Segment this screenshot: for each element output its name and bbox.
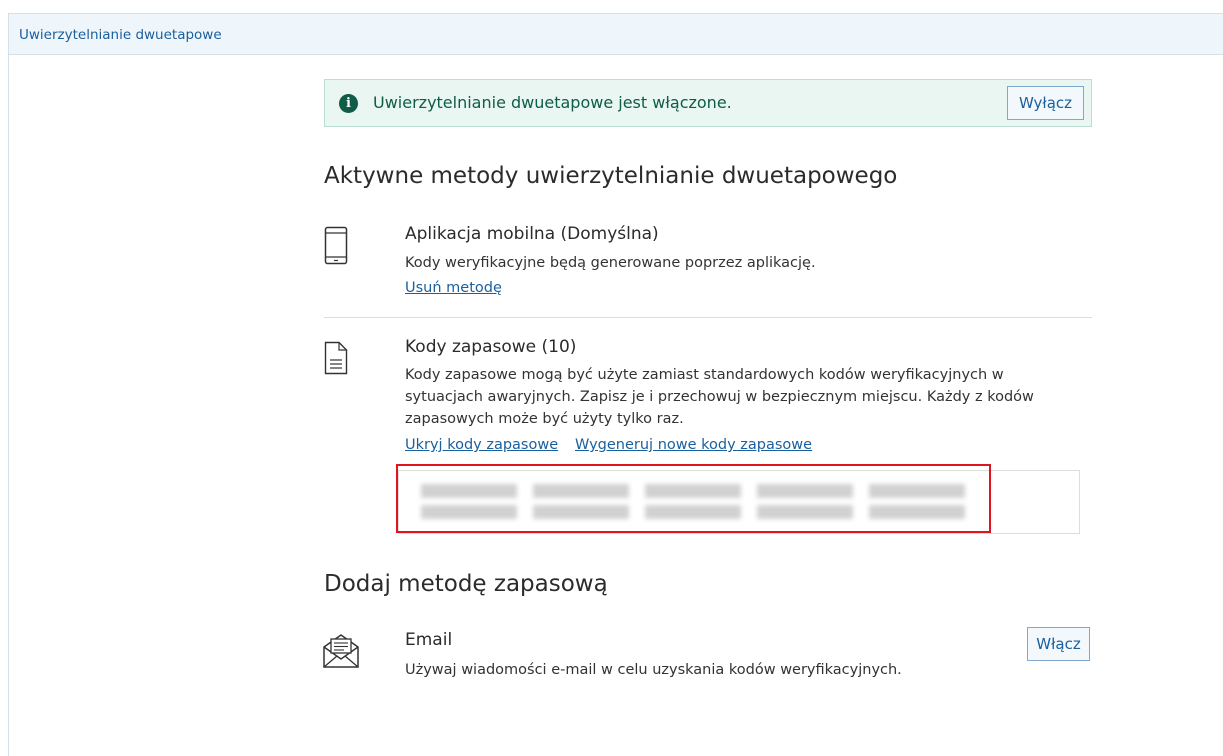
backup-codes-description-line: Kody zapasowe mogą być użyte zamiast sta… [405,367,1004,383]
mobile-phone-icon [324,226,348,270]
document-icon [324,341,348,379]
email-method-description: Używaj wiadomości e-mail w celu uzyskani… [405,662,902,678]
mobile-method-description: Kody weryfikacyjne będą generowane poprz… [405,255,816,271]
active-methods-heading: Aktywne metody uwierzytelnianie dwuetapo… [324,163,898,189]
backup-codes-description-line: sytuacjach awaryjnych. Zapisz je i przec… [405,389,1034,405]
disable-2fa-button[interactable]: Wyłącz [1007,86,1084,120]
info-circle-icon: i [339,94,358,113]
envelope-open-icon [322,633,360,673]
section-divider [324,317,1092,318]
remove-method-link[interactable]: Usuń metodę [405,280,502,296]
regenerate-backup-codes-link[interactable]: Wygeneruj nowe kody zapasowe [575,437,812,453]
codes-highlight-box [396,464,991,533]
alert-text: Uwierzytelnianie dwuetapowe jest włączon… [373,93,732,112]
status-alert: i Uwierzytelnianie dwuetapowe jest włącz… [324,79,1092,127]
backup-codes-description-line: zapasowych może być użyty tylko raz. [405,411,684,427]
backup-codes-description: Kody zapasowe mogą być użyte zamiast sta… [405,364,1034,430]
enable-email-button[interactable]: Włącz [1027,627,1090,661]
add-method-heading: Dodaj metodę zapasową [324,571,608,597]
hide-backup-codes-link[interactable]: Ukryj kody zapasowe [405,437,558,453]
page-title: Uwierzytelnianie dwuetapowe [19,27,222,43]
backup-codes-title: Kody zapasowe (10) [405,337,577,357]
mobile-method-title: Aplikacja mobilna (Domyślna) [405,224,659,244]
page-header: Uwierzytelnianie dwuetapowe [8,13,1223,55]
email-method-title: Email [405,630,453,650]
